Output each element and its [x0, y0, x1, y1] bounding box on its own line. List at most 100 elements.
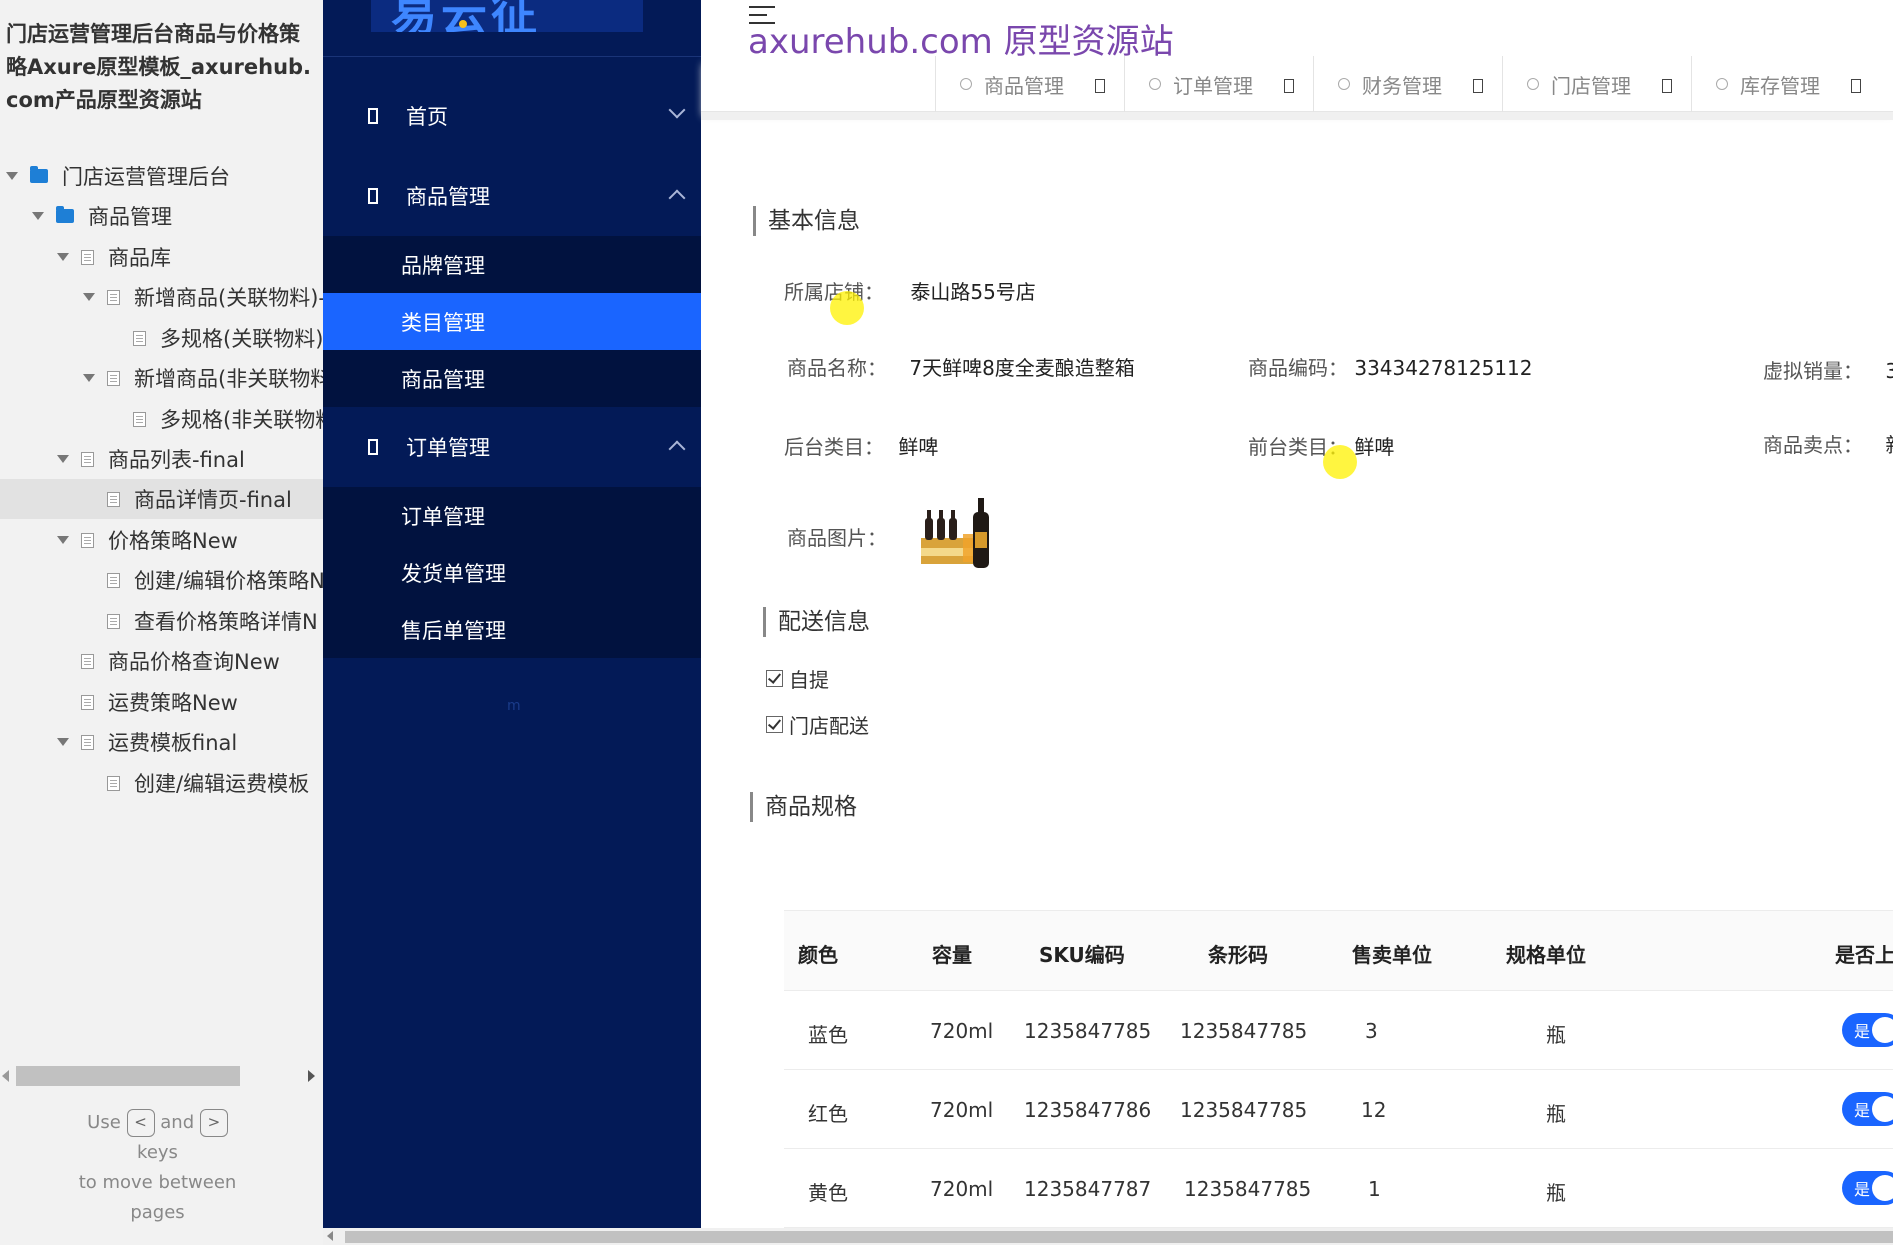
- tree-item-label: 商品管理: [88, 205, 172, 229]
- menu-group-orders[interactable]: 订单管理: [323, 407, 701, 487]
- page-icon: [368, 108, 378, 124]
- page-horizontal-scrollbar[interactable]: [323, 1228, 1893, 1245]
- column-header: 售卖单位: [1352, 943, 1432, 967]
- scroll-left-arrow-icon[interactable]: [2, 1070, 9, 1082]
- expand-triangle-icon[interactable]: [57, 455, 69, 463]
- menu-item-orders[interactable]: 订单管理: [323, 487, 701, 544]
- tab-close-icon[interactable]: [1851, 79, 1861, 93]
- field-value: 泰山路55号店: [910, 280, 1036, 304]
- tree-item[interactable]: 查看价格策略详情N: [0, 601, 323, 641]
- cell-color: 黄色: [808, 1181, 848, 1205]
- tab-orders[interactable]: 订单管理: [1124, 56, 1312, 112]
- cell-sku: 1235847786: [1024, 1098, 1152, 1122]
- cell-capacity: 720ml: [930, 1177, 994, 1201]
- tree-item[interactable]: 价格策略New: [0, 520, 323, 560]
- tab-label: 财务管理: [1362, 73, 1442, 98]
- field-label: 商品名称：: [787, 356, 887, 380]
- checkbox-checked-icon[interactable]: [766, 716, 783, 733]
- tab-finance[interactable]: 财务管理: [1313, 56, 1501, 112]
- toggle-knob: [1872, 1017, 1893, 1043]
- hint-text: and: [160, 1112, 195, 1133]
- column-header: 是否上: [1835, 943, 1893, 967]
- tree-item[interactable]: 创建/编辑运费模板: [0, 763, 323, 803]
- menu-group-home[interactable]: 首页: [323, 76, 701, 156]
- page-icon: [81, 451, 94, 467]
- scroll-left-arrow-icon[interactable]: [327, 1231, 333, 1241]
- tab-products[interactable]: 商品管理: [935, 56, 1123, 112]
- cell-sale-unit: 12: [1361, 1098, 1387, 1122]
- logo-dot-icon: [459, 20, 467, 28]
- tab-dot-icon: [960, 78, 972, 90]
- tree-item[interactable]: 多规格(关联物料): [0, 318, 323, 358]
- tree-item[interactable]: 门店运营管理后台: [0, 156, 323, 196]
- field-backend-category: 后台类目： 鲜啤: [784, 431, 938, 460]
- on-sale-toggle[interactable]: 是: [1842, 1092, 1893, 1126]
- field-value: 新: [1885, 433, 1893, 457]
- scrollbar-thumb[interactable]: [16, 1066, 240, 1086]
- tab-inventory[interactable]: 库存管理: [1691, 56, 1879, 112]
- expand-triangle-icon[interactable]: [83, 293, 95, 301]
- expand-triangle-icon[interactable]: [83, 374, 95, 382]
- table-row: 蓝色 720ml 1235847785 1235847785 3 瓶 是: [784, 991, 1893, 1070]
- menu-group-products[interactable]: 商品管理: [323, 156, 701, 236]
- expand-triangle-icon[interactable]: [57, 738, 69, 746]
- tab-bar: 商品管理 订单管理 财务管理 门店管理 库存管理: [701, 56, 1893, 112]
- prev-key-icon: <: [126, 1109, 155, 1137]
- tab-close-icon[interactable]: [1473, 79, 1483, 93]
- menu-item-shipments[interactable]: 发货单管理: [323, 544, 701, 601]
- expand-triangle-icon[interactable]: [32, 212, 44, 220]
- tree-item[interactable]: 商品库: [0, 237, 323, 277]
- tree-item[interactable]: 新增商品(非关联物料: [0, 358, 323, 398]
- logo-text: 易云征: [391, 0, 541, 32]
- project-title: 门店运营管理后台商品与价格策略Axure原型模板_axurehub.com产品原…: [6, 22, 312, 112]
- tree-item[interactable]: 商品管理: [0, 196, 323, 236]
- tree-item[interactable]: 创建/编辑价格策略N: [0, 560, 323, 600]
- menu-group-label: 订单管理: [406, 436, 490, 460]
- page-icon: [81, 734, 94, 750]
- menu-item-brand[interactable]: 品牌管理: [323, 236, 701, 293]
- checkbox-checked-icon[interactable]: [766, 670, 783, 687]
- tab-stores[interactable]: 门店管理: [1502, 56, 1690, 112]
- submenu-products: 品牌管理 类目管理 商品管理: [323, 236, 701, 407]
- toggle-knob: [1872, 1175, 1893, 1201]
- tree-item[interactable]: 运费模板final: [0, 722, 323, 762]
- spec-table: 颜色 容量 SKU编码 条形码 售卖单位 规格单位 是否上 蓝色 720ml 1…: [784, 910, 1893, 1228]
- table-row: 黄色 720ml 1235847787 1235847785 1 瓶 是: [784, 1149, 1893, 1228]
- tab-close-icon[interactable]: [1284, 79, 1294, 93]
- tree-item-label: 查看价格策略详情N: [134, 610, 318, 634]
- chevron-up-icon: [668, 189, 686, 207]
- tab-close-icon[interactable]: [1662, 79, 1672, 93]
- menu-item-aftersale[interactable]: 售后单管理: [323, 601, 701, 658]
- checkbox-store-delivery[interactable]: 门店配送: [766, 710, 869, 739]
- tree-horizontal-scrollbar[interactable]: [0, 1064, 323, 1088]
- checkbox-self-pickup[interactable]: 自提: [766, 664, 829, 693]
- page-icon: [81, 249, 94, 265]
- expand-triangle-icon[interactable]: [57, 536, 69, 544]
- tree-item[interactable]: 新增商品(关联物料)-: [0, 277, 323, 317]
- tree-item[interactable]: 商品列表-final: [0, 439, 323, 479]
- table-row: 红色 720ml 1235847786 1235847785 12 瓶 是: [784, 1070, 1893, 1149]
- scrollbar-thumb[interactable]: [345, 1231, 1893, 1243]
- toggle-label: 是: [1854, 1180, 1871, 1199]
- folder-icon: [56, 206, 74, 223]
- expand-triangle-icon[interactable]: [6, 172, 18, 180]
- on-sale-toggle[interactable]: 是: [1842, 1171, 1893, 1205]
- expand-triangle-icon[interactable]: [57, 253, 69, 261]
- field-store: 所属店铺： 泰山路55号店: [784, 276, 1036, 305]
- field-value: 7天鲜啤8度全麦酿造整箱: [909, 356, 1135, 380]
- tree-item[interactable]: 商品价格查询New: [0, 641, 323, 681]
- menu-item-category-active[interactable]: 类目管理: [323, 293, 701, 350]
- scroll-right-arrow-icon[interactable]: [308, 1070, 315, 1082]
- tab-label: 门店管理: [1551, 73, 1631, 98]
- tab-close-icon[interactable]: [1095, 79, 1105, 93]
- on-sale-toggle[interactable]: 是: [1842, 1013, 1893, 1047]
- tree-item[interactable]: 多规格(非关联物料: [0, 399, 323, 439]
- tree-item-label: 创建/编辑运费模板: [134, 772, 310, 796]
- menu-item-product[interactable]: 商品管理: [323, 350, 701, 407]
- page-tree-panel: 门店运营管理后台商品与价格策略Axure原型模板_axurehub.com产品原…: [0, 0, 323, 1245]
- tree-item-selected[interactable]: 商品详情页-final: [0, 479, 323, 519]
- tree-item[interactable]: 运费策略New: [0, 682, 323, 722]
- field-label: 后台类目：: [784, 435, 884, 459]
